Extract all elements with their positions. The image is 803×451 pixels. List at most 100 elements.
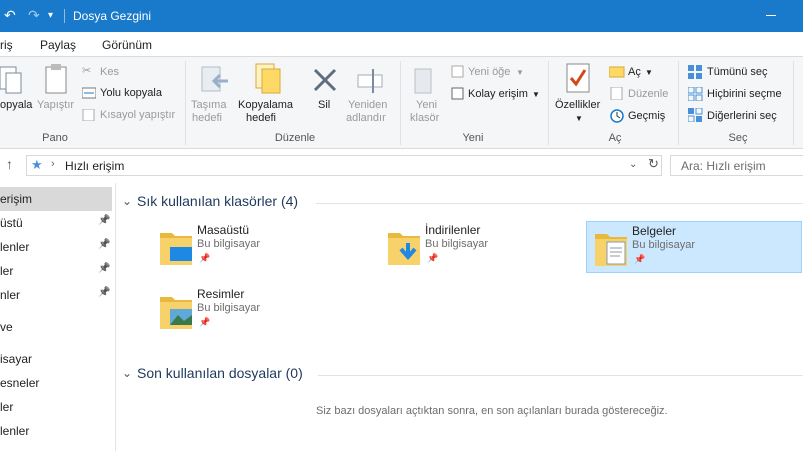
history-button[interactable]: Geçmiş <box>628 110 665 123</box>
breadcrumb-chevron-icon[interactable]: › <box>51 158 55 170</box>
chevron-down-icon: ▼ <box>532 90 540 99</box>
recent-files-header[interactable]: Son kullanılan dosyalar (0) <box>137 365 303 381</box>
invert-selection-button[interactable]: Diğerlerini seç <box>707 110 777 123</box>
folder-name: Resimler <box>197 287 245 301</box>
select-none-button[interactable]: Hiçbirini seçme <box>707 88 782 101</box>
chevron-down-icon: ▼ <box>575 114 583 123</box>
pin-icon: 📌 <box>199 253 211 263</box>
history-icon <box>610 109 624 123</box>
nav-item-label: erişim <box>0 192 32 206</box>
folder-name: İndirilenler <box>425 223 481 237</box>
new-item-button[interactable]: Yeni öğe <box>468 66 510 79</box>
address-dropdown-icon[interactable]: ⌄ <box>629 159 637 170</box>
undo-icon[interactable]: ↶ <box>4 7 16 24</box>
pin-icon: 📌 <box>634 254 646 264</box>
nav-item[interactable]: ler <box>0 395 13 419</box>
pin-icon: 📌 <box>98 215 111 226</box>
nav-item-label: üstü <box>0 216 23 230</box>
nav-item-label: ve <box>0 320 13 334</box>
copy-path-button[interactable]: Yolu kopyala <box>100 87 162 100</box>
nav-item-label: lenler <box>0 424 30 438</box>
customize-quick-access-icon[interactable]: ▾ <box>48 10 53 21</box>
edit-button[interactable]: Düzenle <box>628 88 668 101</box>
pictures-folder-icon <box>158 291 192 331</box>
nav-item[interactable]: üstü <box>0 211 23 235</box>
easy-access-button[interactable]: Kolay erişim <box>468 88 528 101</box>
section-divider <box>318 375 803 376</box>
new-folder-label-2: klasör <box>410 112 440 124</box>
nav-item[interactable]: esneler <box>0 371 39 395</box>
properties-button[interactable]: Özellikler <box>555 99 600 112</box>
paste-shortcut-button[interactable]: Kısayol yapıştır <box>100 109 175 122</box>
copy-path-icon <box>82 87 96 99</box>
paste-button[interactable]: Yapıştır <box>37 99 74 112</box>
tab-home[interactable]: riş <box>0 38 13 52</box>
pin-icon: 📌 <box>98 287 111 298</box>
chevron-down-icon[interactable]: ⌄ <box>122 194 132 208</box>
paste-shortcut-icon <box>82 109 95 121</box>
section-divider <box>316 203 803 204</box>
nav-item[interactable]: isayar <box>0 347 32 371</box>
up-arrow-icon[interactable]: ↑ <box>6 156 13 172</box>
ribbon-separator <box>400 61 401 145</box>
invert-selection-icon <box>688 108 703 122</box>
nav-item-label: lenler <box>0 240 30 254</box>
nav-item[interactable]: ve <box>0 315 13 339</box>
delete-button[interactable]: Sil <box>318 99 330 112</box>
nav-item-label: nler <box>0 288 21 302</box>
rename-icon[interactable] <box>357 67 385 95</box>
window-title: Dosya Gezgini <box>73 9 152 23</box>
ribbon-tabs: riş Paylaş Görünüm <box>0 32 803 56</box>
recent-empty-message: Siz bazı dosyaları açtıktan sonra, en so… <box>316 405 668 417</box>
nav-item[interactable]: ler <box>0 259 13 283</box>
nav-item[interactable]: lenler <box>0 419 29 443</box>
folder-name: Masaüstü <box>197 223 250 237</box>
new-folder-icon[interactable] <box>413 65 435 95</box>
move-to-icon[interactable] <box>200 65 230 95</box>
folder-tile[interactable]: Masaüstü Bu bilgisayar 📌 <box>152 221 368 273</box>
content-pane: ⌄ Sık kullanılan klasörler (4) Masaüstü B… <box>116 183 803 451</box>
folder-location: Bu bilgisayar <box>197 238 260 250</box>
desktop-folder-icon <box>158 227 192 267</box>
copy-to-icon[interactable] <box>253 62 283 94</box>
tab-view[interactable]: Görünüm <box>102 38 152 52</box>
folder-tile[interactable]: İndirilenler Bu bilgisayar 📌 <box>380 221 596 273</box>
select-all-icon <box>688 65 702 79</box>
paste-icon[interactable] <box>45 63 69 95</box>
nav-item-label: esneler <box>0 376 40 390</box>
copy-button[interactable]: opyala <box>0 99 32 112</box>
group-label-open: Aç <box>608 132 622 144</box>
address-bar[interactable]: ★ › Hızlı erişim ⌄ <box>26 155 662 176</box>
search-input[interactable]: Ara: Hızlı erişim <box>670 155 803 176</box>
search-placeholder: Ara: Hızlı erişim <box>681 159 766 173</box>
ribbon-separator <box>185 61 186 145</box>
tab-share[interactable]: Paylaş <box>40 38 76 52</box>
delete-icon[interactable] <box>312 67 338 93</box>
open-icon <box>609 66 625 78</box>
chevron-down-icon: ▼ <box>516 68 524 77</box>
select-all-button[interactable]: Tümünü seç <box>707 66 768 79</box>
folder-location: Bu bilgisayar <box>632 239 695 251</box>
folder-tile[interactable]: Belgeler Bu bilgisayar 📌 <box>586 221 802 273</box>
properties-icon[interactable] <box>566 63 592 95</box>
nav-item[interactable]: nler <box>0 283 20 307</box>
folder-tile[interactable]: Resimler Bu bilgisayar 📌 <box>152 285 368 337</box>
easy-access-icon <box>451 87 464 100</box>
copy-icon[interactable] <box>0 65 22 95</box>
move-to-label-1: Taşıma <box>191 99 227 111</box>
nav-item[interactable]: lenler <box>0 235 29 259</box>
refresh-icon[interactable]: ↻ <box>648 156 659 172</box>
select-none-icon <box>688 87 703 101</box>
breadcrumb-current[interactable]: Hızlı erişim <box>65 159 124 173</box>
nav-item[interactable]: erişim <box>0 187 112 211</box>
minimize-button[interactable] <box>766 15 776 16</box>
open-button[interactable]: Aç <box>628 66 641 79</box>
ribbon-separator <box>793 61 794 145</box>
chevron-down-icon[interactable]: ⌄ <box>122 366 132 380</box>
frequent-folders-header[interactable]: Sık kullanılan klasörler (4) <box>137 193 298 209</box>
pin-icon: 📌 <box>98 263 111 274</box>
folder-name: Belgeler <box>632 224 677 238</box>
cut-button[interactable]: Kes <box>100 66 119 79</box>
ribbon: opyala Yapıştır ✂ Kes Yolu kopyala Kısay… <box>0 56 803 149</box>
redo-icon[interactable]: ↷ <box>28 7 40 24</box>
